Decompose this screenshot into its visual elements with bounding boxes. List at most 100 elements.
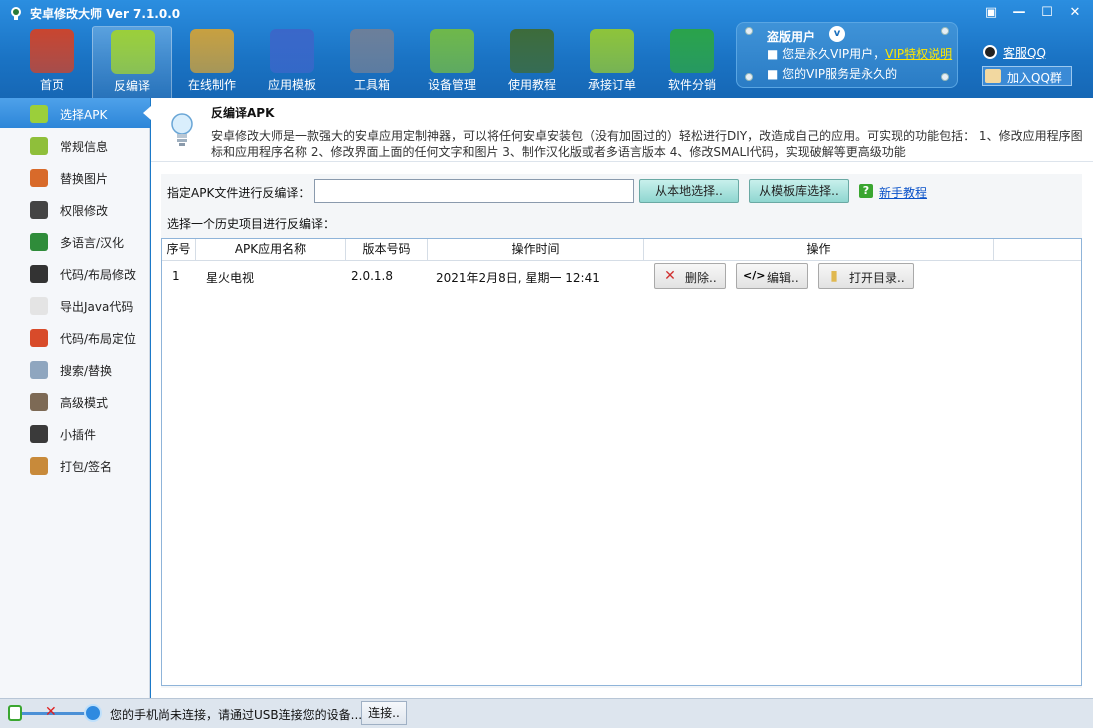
- tool-device-manager[interactable]: 设备管理: [412, 26, 492, 98]
- row-version: 2.0.1.8: [351, 269, 393, 283]
- apk-select-row: 指定APK文件进行反编译： 从本地选择.. 从模板库选择.. ? 新手教程: [161, 174, 1082, 208]
- tool-label: 设备管理: [427, 78, 476, 92]
- page-description: 安卓修改大师是一款强大的安卓应用定制神器，可以将任何安卓安装包（没有加固过的）轻…: [211, 129, 1083, 159]
- lock-icon: [30, 201, 48, 219]
- tool-online-make[interactable]: 在线制作: [172, 26, 252, 98]
- sidebar-item-label: 搜索/替换: [60, 364, 113, 378]
- tool-orders[interactable]: 承接订单: [572, 26, 652, 98]
- sidebar-item-code-layout-edit[interactable]: 代码/布局修改: [0, 258, 150, 288]
- android-info-icon: [30, 137, 48, 155]
- column-header-name: APK应用名称: [196, 239, 346, 261]
- tool-tutorial[interactable]: 使用教程: [492, 26, 572, 98]
- phone-icon: [8, 705, 22, 721]
- open-folder-button[interactable]: ▮ 打开目录..: [818, 263, 914, 289]
- terminal-icon: [30, 265, 48, 283]
- android-icon: [30, 105, 48, 123]
- tool-home[interactable]: 首页: [12, 26, 92, 98]
- sidebar-item-label: 选择APK: [60, 108, 108, 122]
- main-toolbar: 首页 反编译 在线制作 应用模板 工具箱 设备管理 使用教程 承接订单 软件分销: [12, 26, 732, 98]
- sidebar-item-label: 导出Java代码: [60, 300, 134, 314]
- table-row[interactable]: 1 星火电视 2.0.1.8 2021年2月8日, 星期一 12:41 ✕ 删除…: [162, 261, 1081, 291]
- tool-label: 工具箱: [353, 78, 390, 92]
- tool-label: 承接订单: [587, 78, 636, 92]
- history-label: 选择一个历史项目进行反编译：: [167, 217, 336, 231]
- safe-icon: [350, 29, 394, 73]
- close-button[interactable]: ✕: [1061, 3, 1089, 23]
- chevron-down-icon[interactable]: v: [829, 26, 845, 42]
- sidebar-item-general-info[interactable]: 常规信息: [0, 130, 150, 160]
- connect-button[interactable]: 连接..: [361, 701, 407, 725]
- toolbox-icon: [190, 29, 234, 73]
- rivet-icon: [745, 73, 753, 81]
- app-title: 安卓修改大师 Ver 7.1.0.0: [30, 7, 181, 21]
- tool-label: 使用教程: [507, 78, 556, 92]
- tools-icon: [30, 393, 48, 411]
- delete-x-icon: ✕: [664, 268, 676, 284]
- code-icon: </>: [743, 269, 766, 282]
- house-icon: [30, 29, 74, 73]
- main-panel: 反编译APK 安卓修改大师是一款强大的安卓应用定制神器，可以将任何安卓安装包（没…: [151, 98, 1093, 698]
- qq-service-link[interactable]: 客服QQ: [1003, 44, 1046, 61]
- sidebar: 选择APK 常规信息 替换图片 权限修改 多语言/汉化 代码/布局修改 导出Ja…: [0, 98, 151, 698]
- delete-label: 删除..: [685, 271, 717, 285]
- connection-status-text: 您的手机尚未连接，请通过USB连接您的设备...: [110, 708, 363, 722]
- window-controls: ▣ — ☐ ✕: [977, 3, 1089, 23]
- folder-icon: ▮: [830, 268, 838, 284]
- tool-distribution[interactable]: 软件分销: [652, 26, 732, 98]
- group-icon: [985, 69, 1001, 83]
- tool-label: 首页: [39, 78, 64, 92]
- active-pointer-icon: [143, 106, 151, 120]
- tool-label: 应用模板: [267, 78, 316, 92]
- row-index: 1: [172, 269, 180, 283]
- sidebar-item-label: 代码/布局定位: [60, 332, 137, 346]
- shopping-bag-icon: [590, 29, 634, 73]
- select-local-button[interactable]: 从本地选择..: [639, 179, 739, 203]
- join-qq-group-button[interactable]: 加入QQ群: [982, 66, 1072, 86]
- sidebar-item-permissions[interactable]: 权限修改: [0, 194, 150, 224]
- tool-app-template[interactable]: 应用模板: [252, 26, 332, 98]
- status-bar: ✕ 您的手机尚未连接，请通过USB连接您的设备... 连接..: [0, 698, 1093, 728]
- sidebar-item-label: 替换图片: [60, 172, 109, 186]
- select-template-button[interactable]: 从模板库选择..: [749, 179, 849, 203]
- skin-button[interactable]: ▣: [977, 3, 1005, 23]
- android-plugin-icon: [30, 425, 48, 443]
- tool-label: 在线制作: [187, 78, 236, 92]
- column-header-time: 操作时间: [428, 239, 644, 261]
- radar-icon: [430, 29, 474, 73]
- row-app-name: 星火电视: [206, 271, 255, 285]
- rivet-icon: [941, 73, 949, 81]
- location-pin-icon: [30, 329, 48, 347]
- sidebar-item-plugins[interactable]: 小插件: [0, 418, 150, 448]
- minimize-button[interactable]: —: [1005, 3, 1033, 23]
- column-header-actions: 操作: [644, 239, 994, 261]
- delete-button[interactable]: ✕ 删除..: [654, 263, 726, 289]
- row-time: 2021年2月8日, 星期一 12:41: [436, 271, 600, 285]
- vip-privilege-link[interactable]: VIP特权说明: [885, 47, 952, 61]
- edit-button[interactable]: </> 编辑..: [736, 263, 808, 289]
- sidebar-item-label: 常规信息: [60, 140, 109, 154]
- edit-label: 编辑..: [767, 271, 799, 285]
- vip-panel: 盗版用户 v ■ 您是永久VIP用户，VIP特权说明 ■ 您的VIP服务是永久的: [736, 22, 958, 88]
- sidebar-item-advanced-mode[interactable]: 高级模式: [0, 386, 150, 416]
- sidebar-item-replace-images[interactable]: 替换图片: [0, 162, 150, 192]
- sidebar-item-label: 多语言/汉化: [60, 236, 125, 250]
- sidebar-item-search-replace[interactable]: 搜索/替换: [0, 354, 150, 384]
- tool-decompile[interactable]: 反编译: [92, 26, 172, 98]
- sidebar-item-export-java[interactable]: 导出Java代码: [0, 290, 150, 320]
- sidebar-item-code-layout-locate[interactable]: 代码/布局定位: [0, 322, 150, 352]
- apk-path-input[interactable]: [314, 179, 634, 203]
- sidebar-item-localization[interactable]: 多语言/汉化: [0, 226, 150, 256]
- column-header-version: 版本号码: [346, 239, 428, 261]
- maximize-button[interactable]: ☐: [1033, 3, 1061, 23]
- beginner-tutorial-link[interactable]: 新手教程: [879, 184, 927, 201]
- table-header: 序号 APK应用名称 版本号码 操作时间 操作: [162, 239, 1081, 261]
- sidebar-item-select-apk[interactable]: 选择APK: [0, 98, 151, 128]
- star-badge-icon: [270, 29, 314, 73]
- tool-toolbox[interactable]: 工具箱: [332, 26, 412, 98]
- sidebar-item-label: 小插件: [60, 428, 97, 442]
- disconnected-x-icon: ✕: [45, 704, 57, 720]
- sidebar-item-pack-sign[interactable]: 打包/签名: [0, 450, 150, 480]
- help-icon: ?: [859, 184, 873, 198]
- lightbulb-icon: [171, 113, 193, 146]
- history-table: 序号 APK应用名称 版本号码 操作时间 操作 1 星火电视 2.0.1.8 2…: [161, 238, 1082, 686]
